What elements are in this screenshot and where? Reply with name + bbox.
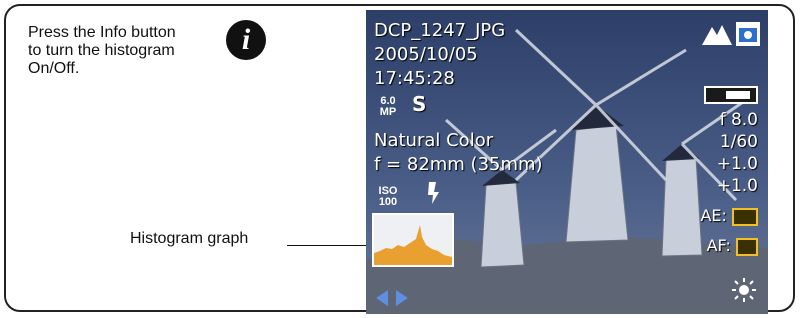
af-row: AF: bbox=[707, 236, 758, 256]
focal-length: f = 82mm (35mm) bbox=[374, 154, 543, 175]
histogram-leader-line bbox=[287, 245, 373, 246]
exposure-compensation-2: +1.0 bbox=[716, 176, 758, 196]
nav-right-arrow-icon[interactable] bbox=[396, 290, 409, 306]
aperture-value: f 8.0 bbox=[719, 110, 758, 130]
histogram-callout-label: Histogram graph bbox=[130, 230, 249, 247]
exposure-compensation-1: +1.0 bbox=[716, 154, 758, 174]
filename: DCP_1247_JPG bbox=[374, 20, 506, 41]
image-navigation[interactable] bbox=[376, 290, 412, 311]
mode-icons bbox=[701, 22, 760, 46]
megapixel-unit: MP bbox=[379, 106, 397, 118]
nav-left-arrow-icon[interactable] bbox=[376, 290, 388, 306]
histogram-plot bbox=[374, 225, 452, 265]
af-label: AF: bbox=[706, 236, 731, 255]
flash-off-icon bbox=[428, 182, 439, 204]
megapixel-icon: 6.0 MP bbox=[374, 96, 402, 118]
ae-row: AE: bbox=[700, 206, 758, 226]
iso-icon: ISO 100 bbox=[374, 186, 402, 208]
iso-value: 100 bbox=[378, 196, 398, 208]
callout-line-3: On/Off. bbox=[28, 60, 80, 77]
camera-lcd-screen: DCP_1247_JPG 2005/10/05 17:45:28 6.0 MP … bbox=[366, 10, 768, 314]
ae-label: AE: bbox=[700, 206, 727, 225]
info-icon[interactable]: i bbox=[226, 20, 266, 60]
capture-date: 2005/10/05 bbox=[374, 44, 478, 65]
color-mode: Natural Color bbox=[374, 130, 494, 151]
quality-indicator: S bbox=[412, 92, 427, 116]
histogram-graph bbox=[372, 213, 454, 267]
capture-time: 17:45:28 bbox=[374, 68, 455, 89]
landscape-mode-icon bbox=[701, 25, 732, 45]
shutter-speed: 1/60 bbox=[719, 132, 758, 152]
ae-metering-icon bbox=[732, 207, 758, 226]
battery-icon bbox=[704, 86, 758, 104]
af-mode-icon bbox=[736, 237, 758, 256]
white-balance-icon bbox=[732, 278, 756, 302]
camera-mode-icon bbox=[736, 22, 760, 46]
